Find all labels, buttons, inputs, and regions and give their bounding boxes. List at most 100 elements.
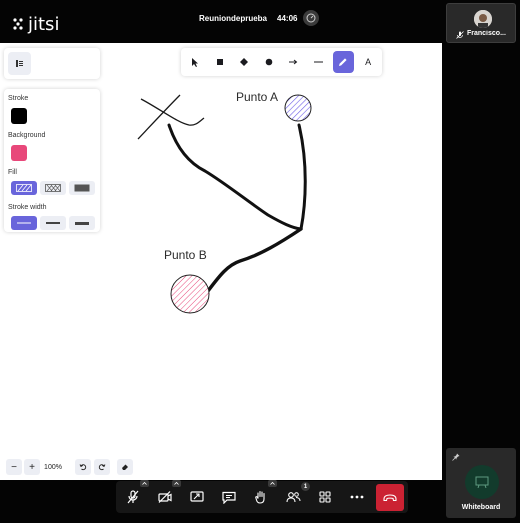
- fill-crosshatch-button[interactable]: [40, 181, 66, 195]
- square-icon: [216, 59, 223, 65]
- gauge-icon: [306, 13, 316, 23]
- connector-line: [297, 123, 307, 231]
- microphone-options-caret[interactable]: [140, 480, 149, 487]
- line-icon: [314, 61, 324, 63]
- tool-text[interactable]: A: [357, 51, 379, 73]
- tool-rectangle[interactable]: [209, 51, 231, 73]
- connector-line: [167, 123, 303, 231]
- main-menu-button[interactable]: [8, 52, 31, 75]
- logo-text: jitsi: [28, 14, 60, 35]
- redo-icon: [98, 464, 106, 471]
- extra-bold-line-icon: [75, 221, 89, 225]
- background-label: Background: [8, 132, 46, 139]
- undo-icon: [79, 464, 87, 471]
- tool-freedraw[interactable]: [332, 51, 355, 73]
- arrow-right-icon: [289, 59, 298, 65]
- muted-camera-icon: [158, 491, 172, 503]
- text-tool-label: A: [365, 57, 372, 67]
- camera-button[interactable]: [153, 485, 177, 509]
- stroke-color-swatch[interactable]: [11, 108, 27, 124]
- crosshatch-icon: [45, 184, 61, 192]
- meeting-timer: 44:06: [277, 14, 298, 23]
- hand-icon: [254, 490, 265, 504]
- stroke-width-options: [11, 216, 96, 230]
- background-color-swatch[interactable]: [11, 145, 27, 161]
- participants-icon: [285, 492, 300, 503]
- screen-share-button[interactable]: [185, 485, 209, 509]
- screen-share-icon: [190, 491, 204, 502]
- whiteboard-tile-label: Whiteboard: [461, 504, 501, 511]
- microphone-button[interactable]: [121, 485, 145, 509]
- undo-redo-controls: [73, 457, 113, 477]
- scribble-stroke: [137, 94, 181, 140]
- tool-arrow[interactable]: [283, 51, 305, 73]
- zoom-out-button[interactable]: −: [6, 459, 22, 475]
- chevron-up-icon: [142, 482, 147, 485]
- jitsi-logo-icon: [13, 17, 23, 30]
- circle-icon: [265, 58, 273, 66]
- stroke-width-bold-button[interactable]: [40, 216, 66, 230]
- whiteboard-avatar: [465, 465, 499, 499]
- avatar: [474, 10, 492, 28]
- punto-b-label[interactable]: Punto B: [164, 248, 207, 262]
- punto-b-node[interactable]: [170, 274, 210, 314]
- user-photo-icon: [474, 10, 492, 28]
- muted-mic-icon: [127, 490, 139, 504]
- bold-line-icon: [46, 222, 60, 224]
- element-properties-panel: Stroke Background Fill Stroke width: [4, 89, 100, 232]
- eraser-button[interactable]: [117, 459, 133, 475]
- tile-view-button[interactable]: [313, 485, 337, 509]
- whiteboard-icon: [475, 476, 489, 488]
- jitsi-meeting-window: jitsi Reuniondeprueba 44:06 Punto A Punt…: [0, 0, 520, 523]
- cursor-icon: [191, 57, 198, 67]
- whiteboard-tile[interactable]: Whiteboard: [446, 448, 516, 518]
- tool-ellipse[interactable]: [258, 51, 280, 73]
- meeting-name: Reuniondeprueba: [199, 14, 268, 23]
- tool-selection[interactable]: [184, 51, 206, 73]
- participant-tile[interactable]: Francisco...: [446, 3, 516, 43]
- fill-hachure-button[interactable]: [11, 181, 37, 195]
- eraser-control: [117, 457, 137, 477]
- eraser-icon: [122, 464, 128, 470]
- reactions-options-caret[interactable]: [268, 480, 277, 487]
- connector-line: [206, 227, 303, 293]
- diamond-icon: [240, 58, 249, 66]
- performance-settings-button[interactable]: [303, 10, 319, 26]
- tool-line[interactable]: [308, 51, 330, 73]
- thin-line-icon: [17, 222, 31, 224]
- more-actions-button[interactable]: [345, 485, 369, 509]
- camera-options-caret[interactable]: [172, 480, 181, 487]
- stroke-width-extra-bold-button[interactable]: [69, 216, 95, 230]
- chevron-up-icon: [174, 482, 179, 485]
- punto-a-node[interactable]: [284, 94, 312, 122]
- whiteboard-canvas[interactable]: Punto A Punto B Stroke Background Fill S…: [0, 43, 442, 480]
- menu-icon: [16, 60, 23, 67]
- zoom-level[interactable]: 100%: [42, 464, 64, 471]
- grid-icon: [319, 491, 331, 503]
- pencil-icon: [339, 58, 347, 66]
- chevron-up-icon: [270, 482, 275, 485]
- fill-label: Fill: [8, 169, 17, 176]
- meeting-toolbar: 1: [116, 480, 408, 513]
- muted-mic-icon: [456, 31, 464, 39]
- tool-diamond[interactable]: [234, 51, 256, 73]
- raise-hand-button[interactable]: [249, 485, 273, 509]
- stroke-label: Stroke: [8, 95, 29, 102]
- fill-solid-button[interactable]: [69, 181, 95, 195]
- chat-icon: [222, 491, 236, 504]
- stroke-width-label: Stroke width: [8, 204, 47, 211]
- punto-a-label[interactable]: Punto A: [236, 90, 278, 104]
- stroke-width-thin-button[interactable]: [11, 216, 37, 230]
- solid-fill-icon: [74, 184, 90, 192]
- zoom-controls: − + 100%: [4, 457, 71, 477]
- undo-button[interactable]: [75, 459, 91, 475]
- leave-meeting-button[interactable]: [376, 484, 404, 511]
- redo-button[interactable]: [94, 459, 110, 475]
- hachure-icon: [16, 184, 32, 192]
- participant-name: Francisco...: [467, 30, 506, 37]
- chat-button[interactable]: [217, 485, 241, 509]
- jitsi-logo[interactable]: jitsi: [12, 14, 59, 35]
- participants-count-badge: 1: [301, 482, 310, 491]
- zoom-in-button[interactable]: +: [24, 459, 40, 475]
- pin-icon[interactable]: [452, 453, 460, 461]
